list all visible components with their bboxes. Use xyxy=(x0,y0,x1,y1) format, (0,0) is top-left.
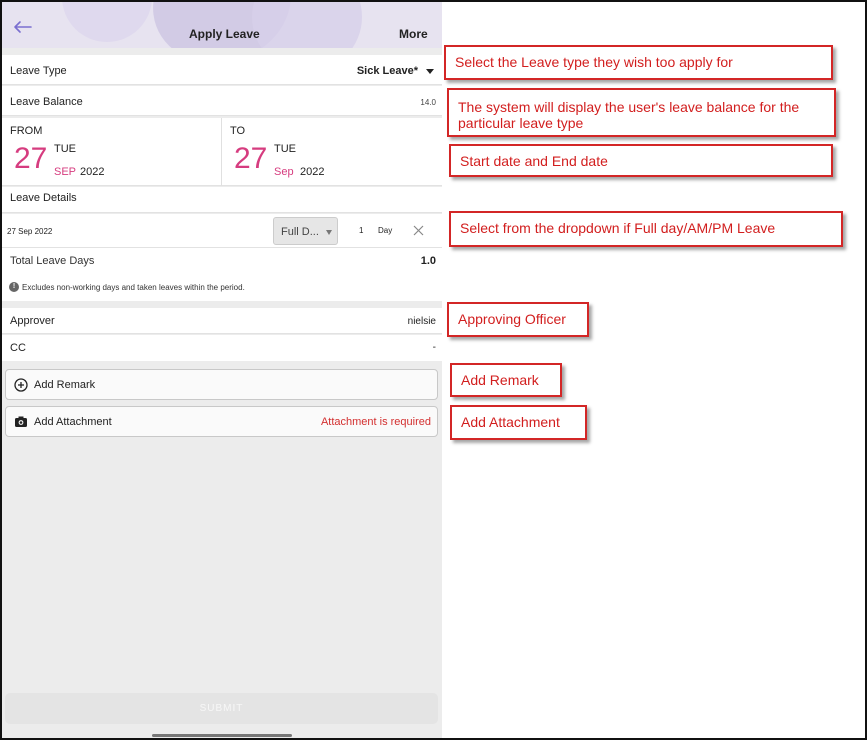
period-note-row: ! Excludes non-working days and taken le… xyxy=(2,274,442,301)
from-label: FROM xyxy=(10,125,43,137)
plus-circle-icon xyxy=(14,378,28,392)
leave-item-unit: Day xyxy=(378,226,393,235)
leave-type-row[interactable]: Leave Type Sick Leave* xyxy=(2,55,442,85)
leave-type-select[interactable]: Sick Leave* xyxy=(357,65,418,77)
back-arrow-icon[interactable] xyxy=(12,20,32,34)
leave-balance-label: Leave Balance xyxy=(10,96,83,108)
to-date-picker[interactable]: TO 27 TUE Sep 2022 xyxy=(221,118,442,186)
approver-value: nielsie xyxy=(407,316,436,327)
attachment-required-text: Attachment is required xyxy=(320,416,431,428)
period-note-text: Excludes non-working days and taken leav… xyxy=(22,283,245,292)
close-icon[interactable] xyxy=(413,225,424,236)
leave-balance-row: Leave Balance 14.0 xyxy=(2,86,442,116)
from-year: 2022 xyxy=(80,166,105,178)
to-year: 2022 xyxy=(300,166,325,178)
callout-attachment: Add Attachment xyxy=(450,405,587,440)
more-button[interactable]: More xyxy=(399,27,428,41)
cc-value: - xyxy=(432,342,436,353)
submit-button[interactable]: SUBMIT xyxy=(5,693,438,724)
leave-detail-item: 27 Sep 2022 Full D... 1 Day xyxy=(2,214,442,248)
leave-balance-value: 14.0 xyxy=(420,98,436,107)
callout-remark: Add Remark xyxy=(450,363,562,397)
callout-leave-type: Select the Leave type they wish too appl… xyxy=(444,45,833,80)
header-decoration xyxy=(252,2,362,48)
from-weekday: TUE xyxy=(54,143,76,155)
from-date-picker[interactable]: FROM 27 TUE SEP 2022 xyxy=(2,118,220,186)
from-month: SEP xyxy=(54,166,77,178)
approver-label: Approver xyxy=(10,315,55,327)
leave-item-quantity: 1 xyxy=(359,226,364,235)
page-title: Apply Leave xyxy=(189,27,260,41)
add-remark-button[interactable]: Add Remark xyxy=(5,369,438,400)
cc-row[interactable]: CC - xyxy=(2,335,442,361)
leave-type-label: Leave Type xyxy=(10,65,67,77)
to-day: 27 xyxy=(234,142,268,175)
leave-details-label: Leave Details xyxy=(10,192,77,204)
callout-approver: Approving Officer xyxy=(447,302,589,337)
add-attachment-button[interactable]: Add Attachment Attachment is required xyxy=(5,406,438,437)
info-icon: ! xyxy=(9,282,19,292)
callout-leave-balance: The system will display the user's leave… xyxy=(447,88,836,137)
date-range-row: FROM 27 TUE SEP 2022 TO 27 TUE Sep 2022 xyxy=(2,118,442,186)
approver-row: Approver nielsie xyxy=(2,308,442,334)
cc-label: CC xyxy=(10,342,26,354)
callout-day-type: Select from the dropdown if Full day/AM/… xyxy=(449,211,843,247)
leave-details-header: Leave Details xyxy=(2,187,442,213)
phone-screen: Apply Leave More Leave Type Sick Leave* … xyxy=(2,2,442,738)
add-attachment-label: Add Attachment xyxy=(34,416,112,428)
to-label: TO xyxy=(230,125,246,137)
app-header: Apply Leave More xyxy=(2,2,442,48)
add-remark-label: Add Remark xyxy=(34,379,96,391)
to-weekday: TUE xyxy=(274,143,296,155)
day-type-select[interactable]: Full D... xyxy=(273,217,338,245)
leave-item-date: 27 Sep 2022 xyxy=(7,227,53,236)
header-decoration xyxy=(62,2,152,42)
from-day: 27 xyxy=(14,142,48,175)
day-type-value: Full D... xyxy=(281,226,319,238)
total-leave-days-row: Total Leave Days 1.0 xyxy=(2,248,442,274)
total-leave-days-value: 1.0 xyxy=(420,255,436,267)
caret-down-icon[interactable] xyxy=(426,69,434,74)
to-month: Sep xyxy=(274,166,294,178)
camera-icon xyxy=(15,416,27,427)
home-indicator xyxy=(152,734,292,737)
total-leave-days-label: Total Leave Days xyxy=(10,255,95,267)
callout-dates: Start date and End date xyxy=(449,144,833,177)
caret-down-icon xyxy=(326,230,332,235)
